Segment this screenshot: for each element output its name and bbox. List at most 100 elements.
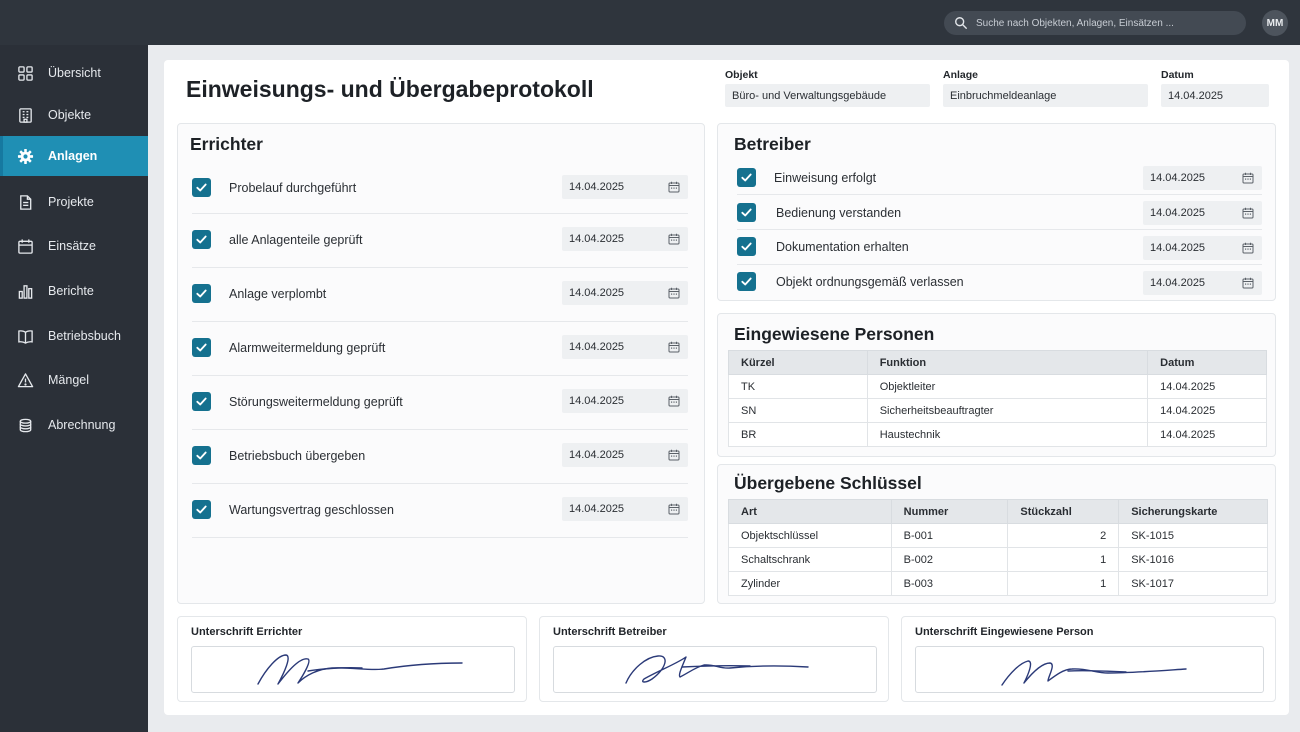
signature-label: Unterschrift Eingewiesene Person xyxy=(915,626,1094,638)
betreiber-panel: Betreiber Einweisung erfolgt 14.04.2025 … xyxy=(717,123,1276,301)
date-value: 14.04.2025 xyxy=(1150,207,1206,219)
sidebar-item-uebersicht[interactable]: Übersicht xyxy=(0,53,148,93)
signature-pad[interactable] xyxy=(191,646,515,693)
checkbox[interactable] xyxy=(192,446,211,465)
table-row[interactable]: SN Sicherheitsbeauftragter 14.04.2025 xyxy=(728,398,1267,423)
calendar-icon xyxy=(668,341,680,353)
anlage-field[interactable]: Einbruchmeldeanlage xyxy=(943,84,1148,107)
table-cell: Haustechnik xyxy=(866,422,1149,447)
check-icon xyxy=(196,343,207,352)
date-field[interactable]: 14.04.2025 xyxy=(1143,166,1262,190)
checklist-item-label: Bedienung verstanden xyxy=(776,205,902,220)
sidebar-item-label: Betriebsbuch xyxy=(48,329,121,343)
date-field[interactable]: 14.04.2025 xyxy=(562,443,688,467)
table-cell: BR xyxy=(728,422,868,447)
checkbox[interactable] xyxy=(737,237,756,256)
check-icon xyxy=(741,173,752,182)
column-header: Nummer xyxy=(890,499,1009,524)
checkbox[interactable] xyxy=(737,168,756,187)
checklist-item-label: Wartungsvertrag geschlossen xyxy=(229,502,394,517)
checkbox[interactable] xyxy=(192,392,211,411)
checkbox[interactable] xyxy=(192,284,211,303)
sidebar-item-maengel[interactable]: Mängel xyxy=(0,360,148,400)
checklist-item-label: Anlage verplombt xyxy=(229,286,327,301)
divider xyxy=(192,267,688,268)
schluessel-title: Übergebene Schlüssel xyxy=(734,473,922,493)
signature-pad[interactable] xyxy=(915,646,1264,693)
calendar-icon xyxy=(668,395,680,407)
personen-table: Kürzel Funktion Datum TK Objektleiter 14… xyxy=(728,350,1267,447)
date-field[interactable]: 14.04.2025 xyxy=(562,281,688,305)
checkbox[interactable] xyxy=(192,338,211,357)
table-row[interactable]: Zylinder B-003 1 SK-1017 xyxy=(728,571,1268,596)
sidebar-item-einsaetze[interactable]: Einsätze xyxy=(0,226,148,266)
search-input[interactable] xyxy=(976,17,1236,29)
date-value: 14.04.2025 xyxy=(569,181,625,193)
checklist-item[interactable]: Objekt ordnungsgemäß verlassen xyxy=(737,272,964,291)
gear-icon xyxy=(17,148,34,164)
date-field[interactable]: 14.04.2025 xyxy=(562,175,688,199)
signature-pad[interactable] xyxy=(553,646,877,693)
signature-errichter: Unterschrift Errichter xyxy=(177,616,527,702)
checklist-item[interactable]: Probelauf durchgeführt xyxy=(192,178,356,197)
date-value: 14.04.2025 xyxy=(569,449,625,461)
objekt-field[interactable]: Büro- und Verwaltungsgebäude xyxy=(725,84,930,107)
checklist-item[interactable]: Dokumentation erhalten xyxy=(737,237,909,256)
date-field[interactable]: 14.04.2025 xyxy=(1143,236,1262,260)
checklist-item[interactable]: Wartungsvertrag geschlossen xyxy=(192,500,394,519)
search-bar[interactable] xyxy=(944,11,1246,35)
checklist-item[interactable]: Bedienung verstanden xyxy=(737,203,901,222)
avatar[interactable]: MM xyxy=(1262,10,1288,36)
checklist-item[interactable]: Betriebsbuch übergeben xyxy=(192,446,365,465)
schluessel-table: Art Nummer Stückzahl Sicherungskarte Obj… xyxy=(728,499,1268,596)
date-field[interactable]: 14.04.2025 xyxy=(1143,201,1262,225)
sidebar-item-betriebsbuch[interactable]: Betriebsbuch xyxy=(0,316,148,356)
sidebar-item-abrechnung[interactable]: Abrechnung xyxy=(0,405,148,445)
book-icon xyxy=(18,329,33,344)
signature-image xyxy=(1001,660,1187,686)
sidebar-item-objekte[interactable]: Objekte xyxy=(0,95,148,135)
objekt-label: Objekt xyxy=(725,69,758,81)
date-field[interactable]: 14.04.2025 xyxy=(1143,271,1262,295)
checklist-item-label: Betriebsbuch übergeben xyxy=(229,448,366,463)
date-value: 14.04.2025 xyxy=(1150,172,1206,184)
page-title: Einweisungs- und Übergabeprotokoll xyxy=(186,76,594,102)
calendar-icon xyxy=(1242,242,1254,254)
table-row[interactable]: TK Objektleiter 14.04.2025 xyxy=(728,374,1267,399)
check-icon xyxy=(741,208,752,217)
anlage-label: Anlage xyxy=(943,69,979,81)
checklist-item[interactable]: Anlage verplombt xyxy=(192,284,326,303)
checkbox[interactable] xyxy=(192,230,211,249)
sidebar-item-anlagen[interactable]: Anlagen xyxy=(0,136,148,176)
calendar-icon xyxy=(668,503,680,515)
betreiber-title: Betreiber xyxy=(734,134,811,154)
table-row[interactable]: Objektschlüssel B-001 2 SK-1015 xyxy=(728,523,1268,548)
calendar-icon xyxy=(18,238,33,254)
sidebar-item-label: Berichte xyxy=(48,284,94,298)
checklist-item[interactable]: Störungsweitermeldung geprüft xyxy=(192,392,403,411)
divider xyxy=(737,194,1262,195)
checklist-item[interactable]: Alarmweitermeldung geprüft xyxy=(192,338,385,357)
date-field[interactable]: 14.04.2025 xyxy=(562,335,688,359)
checklist-item[interactable]: Einweisung erfolgt xyxy=(737,168,876,187)
divider xyxy=(737,229,1262,230)
warning-icon xyxy=(17,372,34,387)
date-field[interactable]: 14.04.2025 xyxy=(562,227,688,251)
table-cell: TK xyxy=(728,374,868,399)
table-cell: Sicherheitsbeauftragter xyxy=(866,398,1149,423)
checkbox[interactable] xyxy=(737,272,756,291)
table-cell: Objektleiter xyxy=(866,374,1149,399)
date-field[interactable]: 14.04.2025 xyxy=(562,389,688,413)
sidebar-item-projekte[interactable]: Projekte xyxy=(0,182,148,222)
table-row[interactable]: BR Haustechnik 14.04.2025 xyxy=(728,422,1267,447)
table-row[interactable]: Schaltschrank B-002 1 SK-1016 xyxy=(728,547,1268,572)
checkbox[interactable] xyxy=(737,203,756,222)
checkbox[interactable] xyxy=(192,178,211,197)
sidebar-item-berichte[interactable]: Berichte xyxy=(0,271,148,311)
date-field[interactable]: 14.04.2025 xyxy=(562,497,688,521)
datum-field[interactable]: 14.04.2025 xyxy=(1161,84,1269,107)
calendar-icon xyxy=(1242,207,1254,219)
calendar-icon xyxy=(1242,172,1254,184)
checkbox[interactable] xyxy=(192,500,211,519)
checklist-item[interactable]: alle Anlagenteile geprüft xyxy=(192,230,362,249)
